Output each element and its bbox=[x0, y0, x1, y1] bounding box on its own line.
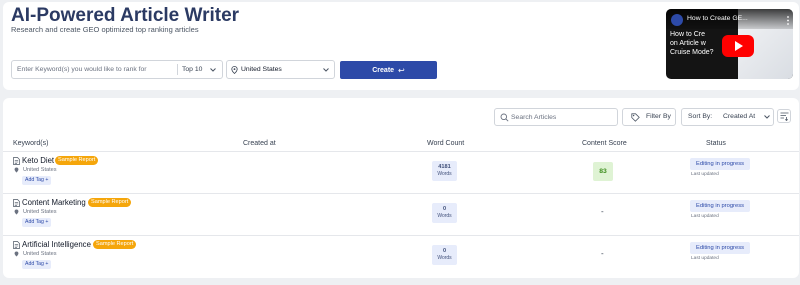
word-count-value: 0 bbox=[442, 248, 447, 254]
create-button[interactable]: Create ↩ bbox=[340, 61, 437, 79]
table-row[interactable]: Keto Diet Sample Report United States Ad… bbox=[3, 152, 799, 194]
sort-select[interactable]: Sort By: Created At bbox=[681, 108, 774, 126]
status-button[interactable]: Editing in progress bbox=[690, 200, 750, 212]
article-keyword[interactable]: Artificial Intelligence bbox=[22, 240, 91, 249]
status-last-updated: Last updated bbox=[691, 172, 719, 177]
document-icon bbox=[13, 157, 20, 165]
column-header-status[interactable]: Status bbox=[706, 140, 726, 147]
location-select[interactable]: United States bbox=[226, 60, 335, 79]
location-pin-icon bbox=[14, 209, 19, 215]
document-icon bbox=[13, 199, 20, 207]
content-score-badge: 83 bbox=[593, 162, 613, 181]
article-keyword[interactable]: Content Marketing bbox=[22, 198, 86, 207]
search-icon bbox=[500, 113, 509, 122]
filter-label: Filter By bbox=[646, 113, 671, 120]
enter-arrow-icon: ↩ bbox=[398, 65, 405, 75]
sort-order-button[interactable] bbox=[777, 109, 791, 123]
column-header-content-score[interactable]: Content Score bbox=[582, 140, 627, 147]
page-title: AI-Powered Article Writer bbox=[11, 5, 240, 26]
word-count-unit: Words bbox=[437, 255, 452, 261]
play-button-icon[interactable] bbox=[722, 35, 754, 57]
status-button[interactable]: Editing in progress bbox=[690, 158, 750, 170]
sort-value: Created At bbox=[723, 113, 756, 120]
top-results-select[interactable]: Top 10 bbox=[182, 61, 202, 78]
keyword-field-group: Top 10 bbox=[11, 60, 223, 79]
content-score-empty: - bbox=[601, 249, 604, 258]
more-options-icon[interactable] bbox=[787, 16, 789, 25]
document-icon bbox=[13, 241, 20, 249]
location-pin-icon bbox=[14, 251, 19, 257]
column-header-word-count[interactable]: Word Count bbox=[427, 140, 464, 147]
add-tag-button[interactable]: Add Tag + bbox=[22, 176, 52, 185]
tag-icon bbox=[631, 113, 640, 122]
article-keyword[interactable]: Keto Diet bbox=[22, 156, 54, 165]
word-count-value: 0 bbox=[442, 206, 447, 212]
page-subtitle: Research and create GEO optimized top ra… bbox=[11, 25, 199, 34]
status-last-updated: Last updated bbox=[691, 214, 719, 219]
article-location: United States bbox=[23, 251, 57, 257]
sort-label: Sort By: bbox=[688, 113, 713, 120]
word-count-box: 4181 Words bbox=[432, 161, 457, 181]
word-count-box: 0 Words bbox=[432, 245, 457, 265]
location-value: United States bbox=[241, 66, 282, 73]
filter-button[interactable]: Filter By bbox=[622, 108, 676, 126]
word-count-unit: Words bbox=[437, 171, 452, 177]
word-count-box: 0 Words bbox=[432, 203, 457, 223]
search-field bbox=[494, 108, 618, 126]
channel-logo-icon bbox=[671, 14, 683, 26]
tutorial-video-thumbnail[interactable]: How to Create GE... How to Cre on Articl… bbox=[666, 9, 793, 79]
sample-report-badge: Sample Report bbox=[93, 240, 137, 249]
table-row[interactable]: Artificial Intelligence Sample Report Un… bbox=[3, 236, 799, 278]
chevron-down-icon[interactable] bbox=[209, 66, 217, 74]
chevron-down-icon bbox=[764, 115, 770, 119]
add-tag-button[interactable]: Add Tag + bbox=[22, 218, 52, 227]
location-pin-icon bbox=[231, 66, 238, 74]
word-count-unit: Words bbox=[437, 213, 452, 219]
table-row[interactable]: Content Marketing Sample Report United S… bbox=[3, 194, 799, 236]
divider bbox=[177, 64, 178, 75]
video-title: How to Create GE... bbox=[687, 15, 748, 22]
column-header-keyword[interactable]: Keyword(s) bbox=[13, 140, 48, 147]
article-location: United States bbox=[23, 209, 57, 215]
word-count-value: 4181 bbox=[438, 164, 451, 170]
status-button[interactable]: Editing in progress bbox=[690, 242, 750, 254]
chevron-down-icon bbox=[323, 68, 329, 72]
content-score-empty: - bbox=[601, 207, 604, 216]
article-location: United States bbox=[23, 167, 57, 173]
keyword-input[interactable] bbox=[12, 61, 177, 78]
search-input[interactable] bbox=[511, 109, 615, 125]
create-button-label: Create bbox=[372, 66, 395, 74]
add-tag-button[interactable]: Add Tag + bbox=[22, 260, 52, 269]
location-pin-icon bbox=[14, 167, 19, 173]
column-header-created[interactable]: Created at bbox=[243, 140, 276, 147]
sample-report-badge: Sample Report bbox=[55, 156, 99, 165]
status-last-updated: Last updated bbox=[691, 256, 719, 261]
sort-descending-icon bbox=[780, 112, 789, 121]
sample-report-badge: Sample Report bbox=[88, 198, 132, 207]
